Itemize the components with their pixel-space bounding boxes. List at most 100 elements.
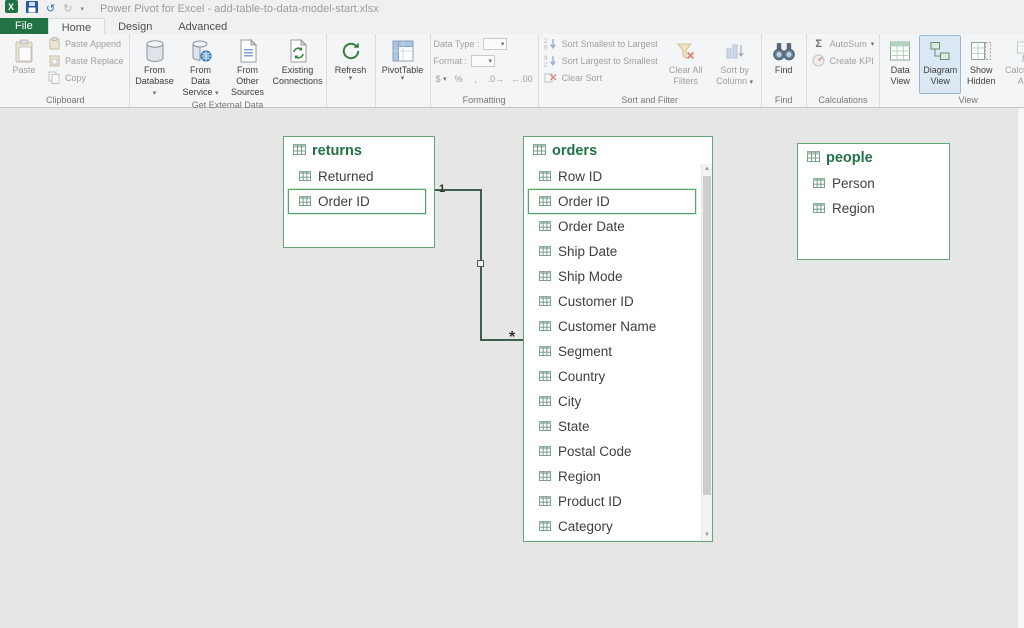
field-product-id[interactable]: Product ID [524, 489, 712, 514]
format-dropdown[interactable]: Format : ▾ [434, 52, 535, 69]
undo-button[interactable]: ↺ [46, 4, 55, 15]
kpi-icon [812, 54, 826, 67]
field-label: Product ID [558, 494, 622, 509]
field-order-id[interactable]: Order ID [528, 189, 696, 214]
field-order-id[interactable]: Order ID [288, 189, 426, 214]
field-category[interactable]: Category [524, 514, 712, 539]
field-label: Order ID [318, 194, 370, 209]
database-icon [144, 38, 166, 64]
table-header[interactable]: people [798, 144, 949, 171]
table-title: orders [552, 143, 597, 159]
field-postal-code[interactable]: Postal Code [524, 439, 712, 464]
vertical-scrollbar[interactable] [1017, 108, 1024, 628]
calculation-area-button[interactable]: fx Calculation Area [1001, 35, 1024, 94]
diagram-table-people[interactable]: people PersonRegion [797, 143, 950, 260]
diagram-view-icon [929, 38, 951, 64]
create-kpi-button[interactable]: Create KPI [810, 52, 877, 69]
sort-ascending-icon: 29 [544, 37, 558, 50]
paste-button[interactable]: Paste [5, 35, 43, 94]
field-returned[interactable]: Returned [284, 164, 434, 189]
percent-label: % [455, 74, 463, 84]
field-person[interactable]: Person [798, 171, 949, 196]
ribbon-group-pivottable: PivotTable ▾ [376, 34, 431, 107]
scrollbar-thumb[interactable] [703, 176, 711, 495]
table-header[interactable]: orders [524, 137, 712, 164]
field-label: Country [558, 369, 605, 384]
from-data-service-button[interactable]: From Data Service ▾ [179, 35, 223, 99]
relationship-line-segment[interactable] [480, 339, 523, 341]
increase-decimal-button[interactable]: .0→ [486, 72, 507, 86]
percent-style-button[interactable]: % [452, 72, 466, 86]
clear-sort-button[interactable]: Clear Sort [542, 69, 660, 86]
field-customer-name[interactable]: Customer Name [524, 314, 712, 339]
from-data-service-label: From Data Service [183, 65, 213, 97]
scroll-up-icon[interactable]: ▲ [702, 164, 712, 175]
data-type-dropdown[interactable]: Data Type : ▾ [434, 35, 535, 52]
group-label-refresh [330, 94, 372, 107]
diagram-canvas[interactable]: 1 * returns ReturnedOrder ID orders Row … [0, 108, 1024, 628]
format-dropdown-box[interactable]: ▾ [471, 55, 495, 67]
redo-button[interactable]: ↻ [63, 4, 72, 15]
dropdown-caret-icon: ▾ [153, 90, 157, 97]
field-region[interactable]: Region [524, 464, 712, 489]
paste-replace-button[interactable]: Paste Replace [45, 52, 126, 69]
comma-style-button[interactable]: , [469, 72, 483, 86]
field-ship-date[interactable]: Ship Date [524, 239, 712, 264]
field-region[interactable]: Region [798, 196, 949, 221]
clear-sort-icon [544, 71, 558, 84]
find-button[interactable]: Find [765, 35, 803, 94]
field-customer-id[interactable]: Customer ID [524, 289, 712, 314]
diagram-table-returns[interactable]: returns Returned Order ID [283, 136, 435, 248]
field-segment[interactable]: Segment [524, 339, 712, 364]
field-city[interactable]: City [524, 389, 712, 414]
save-button[interactable] [26, 0, 38, 18]
paste-replace-label: Paste Replace [65, 56, 124, 66]
qat-menu-caret-icon[interactable]: ▾ [80, 5, 84, 13]
existing-connections-button[interactable]: Existing Connections [273, 35, 323, 99]
data-view-button[interactable]: Data View [883, 35, 917, 94]
relationship-cardinality-one: 1 [439, 183, 445, 195]
field-state[interactable]: State [524, 414, 712, 439]
table-header[interactable]: returns [284, 137, 434, 164]
show-hidden-button[interactable]: Show Hidden [963, 35, 999, 94]
tab-design[interactable]: Design [105, 18, 165, 34]
from-other-sources-label: From Other Sources [227, 65, 269, 97]
ribbon-group-get-external-data: From Database ▾ From Data Service ▾ From… [130, 34, 327, 107]
decrease-decimal-button[interactable]: ←.00 [509, 72, 535, 86]
sort-ascending-button[interactable]: 29 Sort Smallest to Largest [542, 35, 660, 52]
field-label: City [558, 394, 581, 409]
autosum-button[interactable]: Σ AutoSum ▾ [810, 35, 877, 52]
field-row-id[interactable]: Row ID [524, 164, 712, 189]
paste-append-button[interactable]: Paste Append [45, 35, 126, 52]
from-database-button[interactable]: From Database ▾ [133, 35, 177, 99]
create-kpi-label: Create KPI [830, 56, 874, 66]
diagram-table-orders[interactable]: orders Row IDOrder IDOrder DateShip Date… [523, 136, 713, 542]
table-title: people [826, 150, 873, 166]
clear-all-filters-button[interactable]: Clear All Filters [662, 35, 710, 94]
sort-by-column-button[interactable]: Sort by Column ▾ [712, 35, 758, 94]
relationship-node[interactable] [477, 260, 484, 267]
refresh-button[interactable]: Refresh ▾ [330, 35, 372, 94]
table-title: returns [312, 143, 362, 159]
data-type-dropdown-box[interactable]: ▾ [483, 38, 507, 50]
currency-button[interactable]: $ ▾ [434, 72, 449, 86]
decrease-decimal-label: ←.00 [511, 74, 533, 84]
field-order-date[interactable]: Order Date [524, 214, 712, 239]
pivottable-button[interactable]: PivotTable ▾ [379, 35, 427, 94]
field-country[interactable]: Country [524, 364, 712, 389]
field-ship-mode[interactable]: Ship Mode [524, 264, 712, 289]
data-view-icon [889, 38, 911, 64]
column-icon [539, 519, 551, 534]
orders-scrollbar[interactable]: ▲ ▼ [701, 164, 712, 541]
from-other-sources-button[interactable]: From Other Sources [225, 35, 271, 99]
copy-button[interactable]: Copy [45, 69, 126, 86]
data-type-label: Data Type : [434, 39, 480, 49]
diagram-view-button[interactable]: Diagram View [919, 35, 961, 94]
column-icon [299, 169, 311, 184]
tab-file[interactable]: File [0, 18, 48, 34]
tab-home[interactable]: Home [48, 18, 105, 34]
sort-descending-button[interactable]: 92 Sort Largest to Smallest [542, 52, 660, 69]
scroll-down-icon[interactable]: ▼ [702, 530, 712, 541]
tab-advanced[interactable]: Advanced [165, 18, 240, 34]
column-icon [539, 344, 551, 359]
